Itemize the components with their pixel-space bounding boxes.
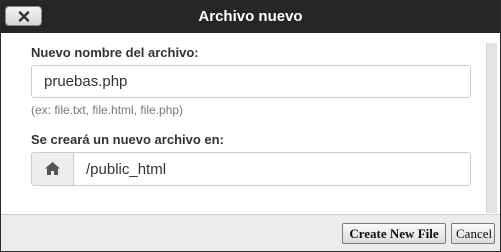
close-button[interactable] bbox=[5, 6, 42, 26]
dialog-footer: Create New File Cancel bbox=[1, 214, 500, 251]
dialog-body: Nuevo nombre del archivo: (ex: file.txt,… bbox=[1, 33, 500, 214]
cancel-button[interactable]: Cancel bbox=[451, 223, 495, 244]
scrollbar[interactable] bbox=[486, 43, 497, 213]
filename-label: Nuevo nombre del archivo: bbox=[31, 45, 199, 60]
location-label: Se creará un nuevo archivo en: bbox=[31, 132, 224, 147]
close-icon bbox=[18, 11, 30, 22]
location-input[interactable] bbox=[74, 153, 470, 185]
dialog-titlebar: Archivo nuevo bbox=[1, 1, 500, 33]
location-field bbox=[31, 152, 471, 186]
location-addon bbox=[32, 153, 74, 185]
dialog-title: Archivo nuevo bbox=[198, 8, 303, 25]
create-new-file-button[interactable]: Create New File bbox=[342, 223, 446, 244]
new-file-dialog: Archivo nuevo Nuevo nombre del archivo: … bbox=[0, 0, 501, 252]
filename-input[interactable] bbox=[31, 65, 471, 98]
home-icon bbox=[45, 162, 60, 175]
filename-hint: (ex: file.txt, file.html, file.php) bbox=[31, 103, 184, 117]
